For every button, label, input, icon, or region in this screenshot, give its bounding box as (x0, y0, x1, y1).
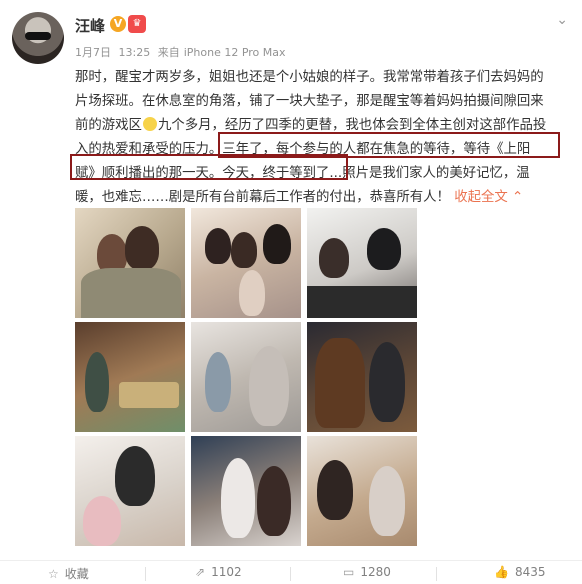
photo-figure (205, 228, 231, 264)
verified-badge-icon: V (110, 16, 126, 32)
smile-emoji-icon (142, 117, 157, 131)
photo-figure (369, 342, 405, 422)
photo-child (221, 458, 255, 538)
photo-figure (263, 224, 291, 264)
photo-child (369, 466, 405, 536)
repost-icon: ⇗ (195, 565, 206, 579)
photo-horse (315, 338, 365, 428)
like-count: 8435 (514, 565, 546, 579)
vip-crown-icon: ♛ (128, 15, 146, 33)
photo-4[interactable] (75, 322, 185, 432)
post-line: 那时，醒宝才两岁多，姐姐也还是个小姑娘的样子。我常常带着孩子们去妈妈的 (75, 70, 544, 85)
footer-divider (145, 567, 146, 581)
footer-divider (290, 567, 291, 581)
photo-6[interactable] (307, 322, 417, 432)
photo-child (83, 496, 121, 546)
photo-figure (115, 446, 155, 506)
photo-figure (317, 460, 353, 520)
photo-1[interactable] (75, 208, 185, 318)
photo-figure (231, 232, 257, 268)
photo-figure (249, 346, 289, 426)
post-time[interactable]: 13:25 (119, 46, 151, 59)
photo-2[interactable] (191, 208, 301, 318)
photo-3[interactable] (307, 208, 417, 318)
post-line: 入的热爱和承受的压力。三年了，每个参与的人都在焦急的等待，等待《上阳 (75, 142, 531, 157)
source-prefix: 来自 (157, 46, 180, 59)
post-date[interactable]: 1月7日 (75, 46, 111, 59)
star-icon: ☆ (48, 567, 59, 581)
photo-figure (257, 466, 291, 536)
comment-icon: ▭ (343, 565, 355, 579)
post-source[interactable]: iPhone 12 Pro Max (184, 46, 286, 59)
photo-figure (85, 352, 109, 412)
post-text: 那时，醒宝才两岁多，姐姐也还是个小姑娘的样子。我常常带着孩子们去妈妈的 片场探班… (75, 66, 571, 210)
post-line-part: 暖，也难忘……剧是所有台前幕后工作者的付出，恭喜所有人！ (75, 190, 450, 205)
post-line: 暖，也难忘……剧是所有台前幕后工作者的付出，恭喜所有人！ 收起全文 ⌃ (75, 186, 571, 210)
weibo-post-card: 汪峰 V ♛ ⌄ 1月7日 13:25 来自 iPhone 12 Pro Max … (0, 0, 582, 584)
chevron-up-icon: ⌃ (512, 190, 524, 205)
repost-count: 1102 (211, 565, 242, 579)
photo-7[interactable] (75, 436, 185, 546)
author-avatar[interactable] (12, 12, 64, 64)
photo-9[interactable] (307, 436, 417, 546)
post-footer: ☆ 收藏 ⇗ 1102 ▭ 1280 👍 8435 (0, 560, 582, 584)
photo-table (119, 382, 179, 408)
photo-child (205, 352, 231, 412)
post-line: 片场探班。在休息室的角落，铺了一块大垫子，那是醒宝等着妈妈拍摄间隙回来 (75, 94, 544, 109)
photo-figure (125, 226, 159, 270)
avatar-glasses (25, 32, 51, 40)
photo-8[interactable] (191, 436, 301, 546)
photo-5[interactable] (191, 322, 301, 432)
post-line: 赋》顺利播出的那一天。今天，终于等到了...照片是我们家人的美好记忆，温 (75, 166, 530, 181)
favorite-button[interactable]: ☆ 收藏 (48, 565, 89, 582)
photo-child (239, 270, 265, 316)
post-line-part: 前的游戏区 (75, 118, 142, 133)
like-button[interactable]: 👍 8435 (494, 565, 546, 579)
favorite-label: 收藏 (64, 567, 89, 581)
photo-blanket (81, 268, 181, 318)
footer-divider (436, 567, 437, 581)
comment-button[interactable]: ▭ 1280 (343, 565, 391, 579)
photo-figure (367, 228, 401, 270)
repost-button[interactable]: ⇗ 1102 (195, 565, 242, 579)
photo-figure (319, 238, 349, 278)
author-name[interactable]: 汪峰 (75, 15, 105, 36)
collapse-label: 收起全文 (454, 190, 508, 205)
comment-count: 1280 (360, 565, 391, 579)
post-line: 前的游戏区 九个多月，经历了四季的更替，我也体会到全体主创对这部作品投 (75, 114, 571, 138)
post-meta: 1月7日 13:25 来自 iPhone 12 Pro Max (75, 44, 290, 60)
more-options-chevron-icon[interactable]: ⌄ (556, 12, 568, 28)
post-line-part: 九个多月，经历了四季的更替，我也体会到全体主创对这部作品投 (157, 118, 547, 133)
photo-body (307, 286, 417, 318)
thumbs-up-icon: 👍 (494, 565, 509, 579)
collapse-text-link[interactable]: 收起全文 ⌃ (454, 190, 523, 205)
